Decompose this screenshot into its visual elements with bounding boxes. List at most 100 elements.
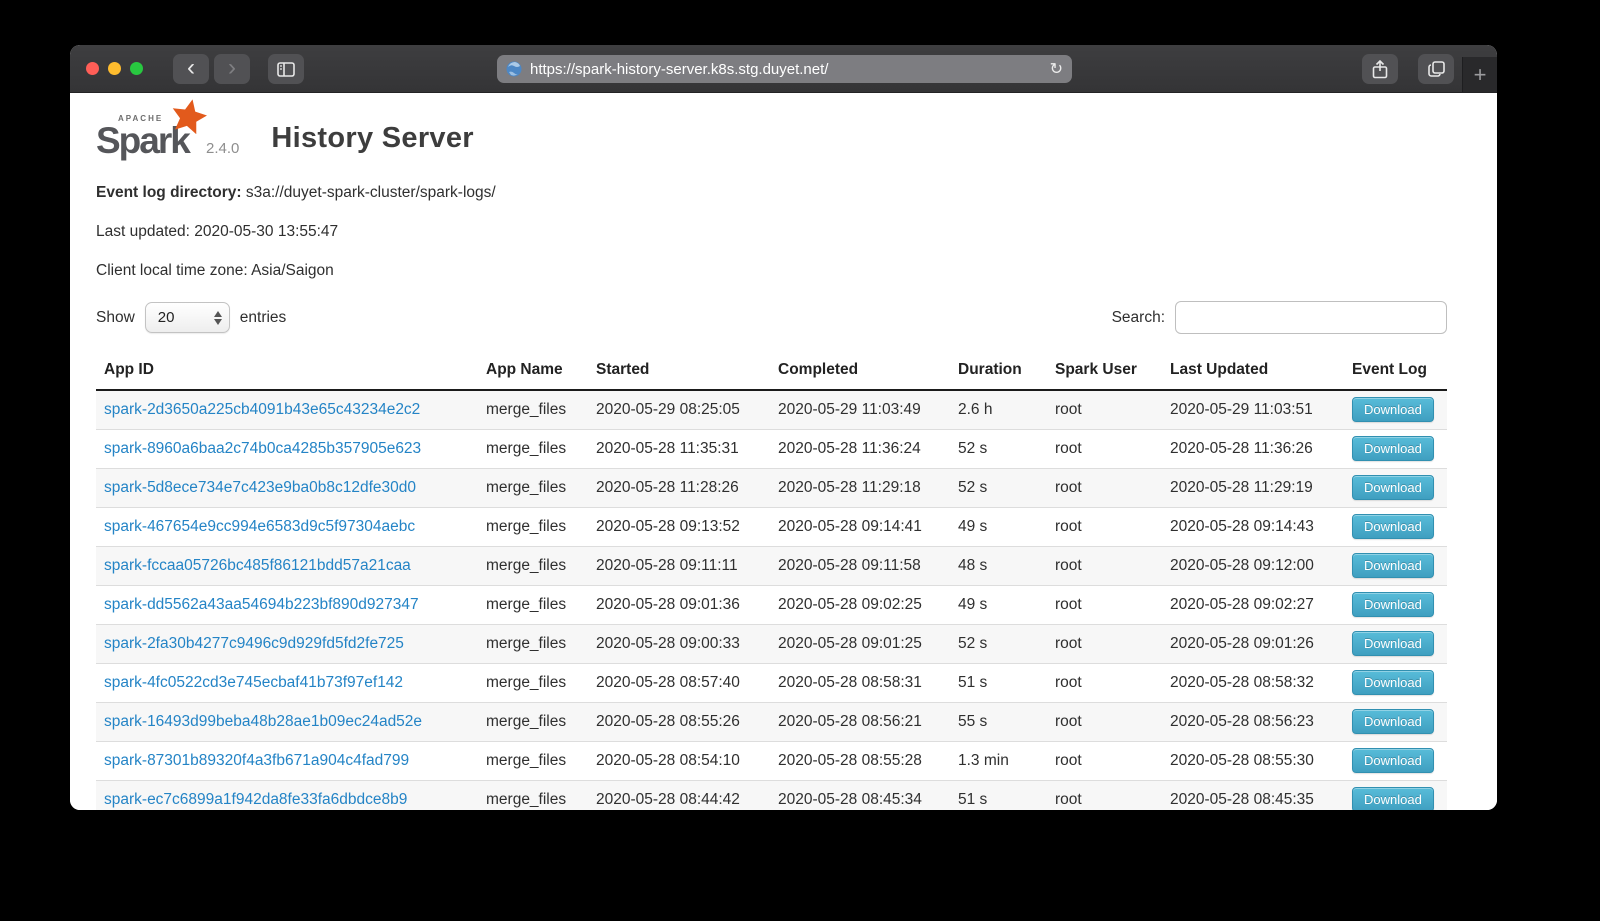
window-controls — [86, 45, 143, 92]
app-id-link[interactable]: spark-87301b89320f4a3fb671a904c4fad799 — [104, 752, 409, 769]
forward-icon: › — [228, 56, 236, 80]
app-id-link[interactable]: spark-8960a6baa2c74b0ca4285b357905e623 — [104, 440, 421, 457]
tab-overview-button[interactable] — [1418, 54, 1454, 84]
app-id-link[interactable]: spark-2fa30b4277c9496c9d929fd5fd2fe725 — [104, 635, 404, 652]
event-log-cell: Download — [1344, 390, 1447, 429]
download-button[interactable]: Download — [1352, 709, 1434, 734]
column-header-last-updated[interactable]: Last Updated — [1162, 356, 1344, 390]
column-header-app-name[interactable]: App Name — [478, 356, 588, 390]
last-updated-line: Last updated: 2020-05-30 13:55:47 — [96, 223, 1447, 241]
download-button[interactable]: Download — [1352, 436, 1434, 461]
event-log-cell: Download — [1344, 429, 1447, 468]
spark-version: 2.4.0 — [206, 140, 239, 159]
entries-select[interactable]: 20 — [145, 302, 230, 333]
completed-cell: 2020-05-28 09:11:58 — [770, 546, 950, 585]
close-window-button[interactable] — [86, 62, 99, 75]
last-updated-cell: 2020-05-28 11:29:19 — [1162, 468, 1344, 507]
column-header-event-log[interactable]: Event Log — [1344, 356, 1447, 390]
download-button[interactable]: Download — [1352, 631, 1434, 656]
event-log-cell: Download — [1344, 546, 1447, 585]
started-cell: 2020-05-28 08:57:40 — [588, 663, 770, 702]
spark-star-icon — [170, 98, 208, 134]
sidebar-toggle-button[interactable] — [268, 54, 304, 84]
started-cell: 2020-05-28 11:35:31 — [588, 429, 770, 468]
event-log-directory-line: Event log directory: s3a://duyet-spark-c… — [96, 184, 1447, 202]
table-row: spark-5d8ece734e7c423e9ba0b8c12dfe30d0me… — [96, 468, 1447, 507]
entries-label: entries — [240, 309, 287, 327]
column-header-app-id[interactable]: App ID — [96, 356, 478, 390]
entries-select-value: 20 — [158, 309, 175, 326]
started-cell: 2020-05-28 09:13:52 — [588, 507, 770, 546]
table-row: spark-87301b89320f4a3fb671a904c4fad799me… — [96, 741, 1447, 780]
app-name-cell: merge_files — [478, 546, 588, 585]
new-tab-button[interactable]: + — [1462, 57, 1497, 92]
download-button[interactable]: Download — [1352, 514, 1434, 539]
app-id-link[interactable]: spark-2d3650a225cb4091b43e65c43234e2c2 — [104, 401, 420, 418]
table-row: spark-2fa30b4277c9496c9d929fd5fd2fe725 me… — [96, 624, 1447, 663]
duration-cell: 49 s — [950, 585, 1047, 624]
browser-window: ‹ › https://spark-history-server.k8s.stg… — [70, 45, 1497, 810]
zoom-window-button[interactable] — [130, 62, 143, 75]
event-log-cell: Download — [1344, 663, 1447, 702]
completed-cell: 2020-05-28 09:01:25 — [770, 624, 950, 663]
completed-cell: 2020-05-28 08:55:28 — [770, 741, 950, 780]
app-id-cell: spark-4fc0522cd3e745ecbaf41b73f97ef142 — [96, 663, 478, 702]
spark-user-cell: root — [1047, 546, 1162, 585]
column-header-duration[interactable]: Duration — [950, 356, 1047, 390]
show-label: Show — [96, 309, 135, 327]
last-updated-cell: 2020-05-28 09:14:43 — [1162, 507, 1344, 546]
column-header-started[interactable]: Started — [588, 356, 770, 390]
download-button[interactable]: Download — [1352, 670, 1434, 695]
column-header-spark-user[interactable]: Spark User — [1047, 356, 1162, 390]
column-header-completed[interactable]: Completed — [770, 356, 950, 390]
app-name-cell: merge_files — [478, 585, 588, 624]
last-updated-cell: 2020-05-28 11:36:26 — [1162, 429, 1344, 468]
minimize-window-button[interactable] — [108, 62, 121, 75]
forward-button[interactable]: › — [214, 54, 250, 84]
app-id-link[interactable]: spark-dd5562a43aa54694b223bf890d927347 — [104, 596, 419, 613]
completed-cell: 2020-05-28 08:58:31 — [770, 663, 950, 702]
table-row: spark-4fc0522cd3e745ecbaf41b73f97ef142me… — [96, 663, 1447, 702]
last-updated-cell: 2020-05-29 11:03:51 — [1162, 390, 1344, 429]
back-button[interactable]: ‹ — [173, 54, 209, 84]
download-button[interactable]: Download — [1352, 748, 1434, 773]
completed-cell: 2020-05-28 09:14:41 — [770, 507, 950, 546]
spark-logo: APACHE Spark — [96, 107, 192, 159]
spark-user-cell: root — [1047, 780, 1162, 810]
app-name-cell: merge_files — [478, 780, 588, 810]
download-button[interactable]: Download — [1352, 787, 1434, 810]
download-button[interactable]: Download — [1352, 592, 1434, 617]
app-id-link[interactable]: spark-5d8ece734e7c423e9ba0b8c12dfe30d0 — [104, 479, 416, 496]
last-updated-cell: 2020-05-28 09:01:26 — [1162, 624, 1344, 663]
app-id-cell: spark-fccaa05726bc485f86121bdd57a21caa — [96, 546, 478, 585]
address-bar[interactable]: https://spark-history-server.k8s.stg.duy… — [497, 55, 1072, 83]
share-button[interactable] — [1362, 54, 1398, 84]
share-icon — [1372, 60, 1388, 79]
app-name-cell: merge_files — [478, 624, 588, 663]
url-text: https://spark-history-server.k8s.stg.duy… — [530, 61, 1044, 78]
app-id-link[interactable]: spark-ec7c6899a1f942da8fe33fa6dbdce8b9 — [104, 791, 407, 808]
back-icon: ‹ — [187, 56, 195, 80]
download-button[interactable]: Download — [1352, 475, 1434, 500]
app-id-link[interactable]: spark-4fc0522cd3e745ecbaf41b73f97ef142 — [104, 674, 403, 691]
app-table-header-row: App IDApp NameStartedCompletedDurationSp… — [96, 356, 1447, 390]
app-id-link[interactable]: spark-16493d99beba48b28ae1b09ec24ad52e — [104, 713, 422, 730]
spark-user-cell: root — [1047, 507, 1162, 546]
search-input[interactable] — [1175, 301, 1447, 334]
app-id-link[interactable]: spark-fccaa05726bc485f86121bdd57a21caa — [104, 557, 411, 574]
event-log-cell: Download — [1344, 624, 1447, 663]
app-id-cell: spark-dd5562a43aa54694b223bf890d927347 — [96, 585, 478, 624]
download-button[interactable]: Download — [1352, 397, 1434, 422]
reload-icon[interactable]: ↻ — [1050, 59, 1063, 79]
app-name-cell: merge_files — [478, 390, 588, 429]
app-id-link[interactable]: spark-467654e9cc994e6583d9c5f97304aebc — [104, 518, 415, 535]
completed-cell: 2020-05-28 11:29:18 — [770, 468, 950, 507]
last-updated-cell: 2020-05-28 09:02:27 — [1162, 585, 1344, 624]
spark-user-cell: root — [1047, 585, 1162, 624]
table-row: spark-2d3650a225cb4091b43e65c43234e2c2 me… — [96, 390, 1447, 429]
app-id-cell: spark-467654e9cc994e6583d9c5f97304aebc — [96, 507, 478, 546]
completed-cell: 2020-05-29 11:03:49 — [770, 390, 950, 429]
app-table-body: spark-2d3650a225cb4091b43e65c43234e2c2 me… — [96, 390, 1447, 810]
download-button[interactable]: Download — [1352, 553, 1434, 578]
app-id-cell: spark-87301b89320f4a3fb671a904c4fad799 — [96, 741, 478, 780]
